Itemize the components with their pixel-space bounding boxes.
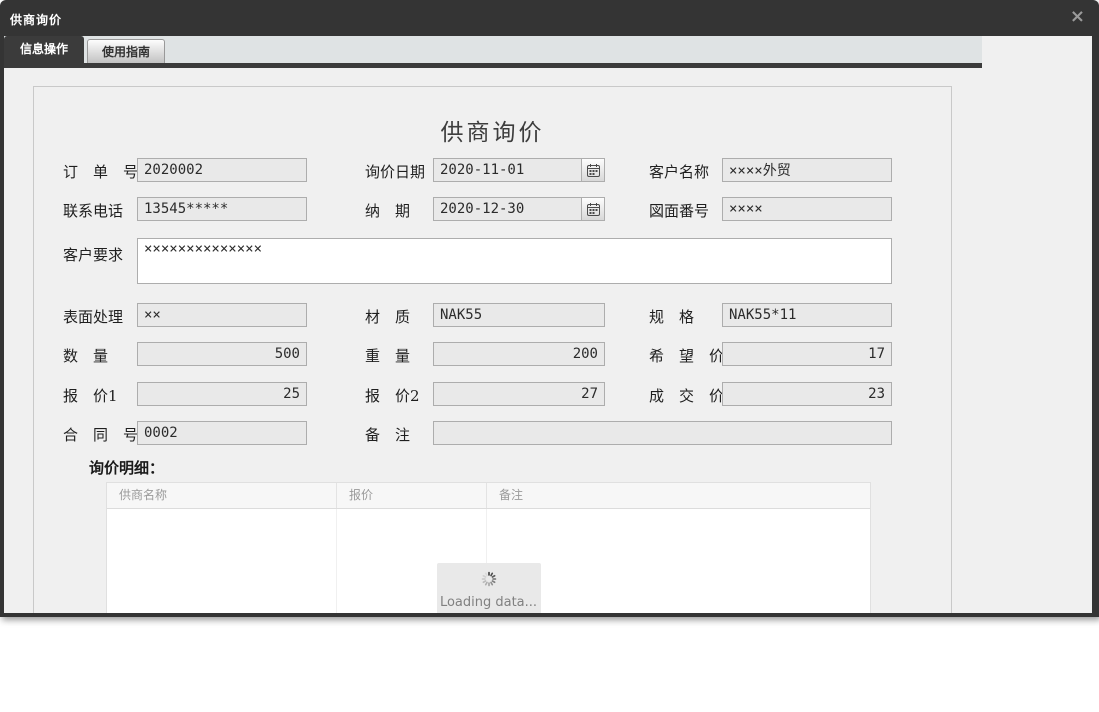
field-label-quote2: 报 价2 [365,385,420,406]
column-header-quote[interactable]: 报价 [337,483,487,508]
spec-input[interactable] [722,303,892,327]
tab-info-operations[interactable]: 信息操作 [4,36,84,63]
inquiry-date-input[interactable] [434,159,581,181]
detail-section-label: 询价明细： [89,457,164,478]
drawing-no-input[interactable] [722,197,892,221]
tab-strip: 信息操作 使用指南 [4,36,982,63]
field-label-hope-price: 希 望 价 [649,345,724,366]
quote2-input[interactable] [433,382,605,406]
detail-table-header: 供商名称 报价 备注 [107,483,870,509]
tab-user-guide[interactable]: 使用指南 [87,39,165,63]
field-label-inquiry-date: 询价日期 [365,161,425,182]
form-title: 供商询价 [34,113,951,147]
field-label-deal-price: 成 交 价 [649,385,724,406]
field-label-surface: 表面处理 [63,306,123,327]
detail-table-body: Loading data... [107,509,870,613]
field-label-quantity: 数 量 [63,345,108,366]
column-header-remark[interactable]: 备注 [487,483,870,508]
field-label-material: 材 质 [365,306,410,327]
dialog-titlebar[interactable]: 供商询价 × [0,0,1099,36]
main-area: 供商询价 订 单 号 询价日期 [4,68,1092,613]
order-no-input[interactable] [137,158,307,182]
field-label-remark: 备 注 [365,424,410,445]
deal-price-input[interactable] [722,382,892,406]
field-label-phone: 联系电话 [63,200,123,221]
loading-indicator: Loading data... [437,563,541,613]
field-label-customer-name: 客户名称 [649,161,709,182]
form-panel: 供商询价 订 单 号 询价日期 [33,86,952,613]
remark-input[interactable] [433,421,892,445]
loading-text: Loading data... [437,595,541,610]
delivery-date-input[interactable] [434,198,581,220]
phone-input[interactable] [137,197,307,221]
customer-req-textarea[interactable]: ×××××××××××××× [137,238,892,284]
close-icon[interactable]: × [1070,7,1085,27]
dialog-window: 供商询价 × 信息操作 使用指南 供商询价 订 单 号 询价日期 [0,0,1099,617]
inquiry-date-field [433,158,605,182]
field-label-spec: 规 格 [649,306,694,327]
field-label-drawing-no: 図面番号 [649,200,709,221]
delivery-date-field [433,197,605,221]
hope-price-input[interactable] [722,342,892,366]
customer-name-input[interactable] [722,158,892,182]
field-label-quote1: 报 价1 [63,385,118,406]
weight-input[interactable] [433,342,605,366]
calendar-icon[interactable] [581,198,604,220]
field-label-weight: 重 量 [365,345,410,366]
column-header-supplier-name[interactable]: 供商名称 [107,483,337,508]
calendar-icon[interactable] [581,159,604,181]
field-label-order-no: 订 单 号 [63,161,138,182]
contract-no-input[interactable] [137,421,307,445]
material-input[interactable] [433,303,605,327]
field-label-customer-req: 客户要求 [63,244,123,265]
field-label-delivery-date: 纳 期 [365,200,410,221]
column-divider [336,509,337,613]
quote1-input[interactable] [137,382,307,406]
detail-table: 供商名称 报价 备注 [106,482,871,613]
quantity-input[interactable] [137,342,307,366]
dialog-content: 信息操作 使用指南 供商询价 订 单 号 询价日期 [4,36,1092,613]
window-title: 供商询价 [10,11,62,28]
field-label-contract-no: 合 同 号 [63,424,138,445]
surface-input[interactable] [137,303,307,327]
spinner-icon [481,571,497,591]
